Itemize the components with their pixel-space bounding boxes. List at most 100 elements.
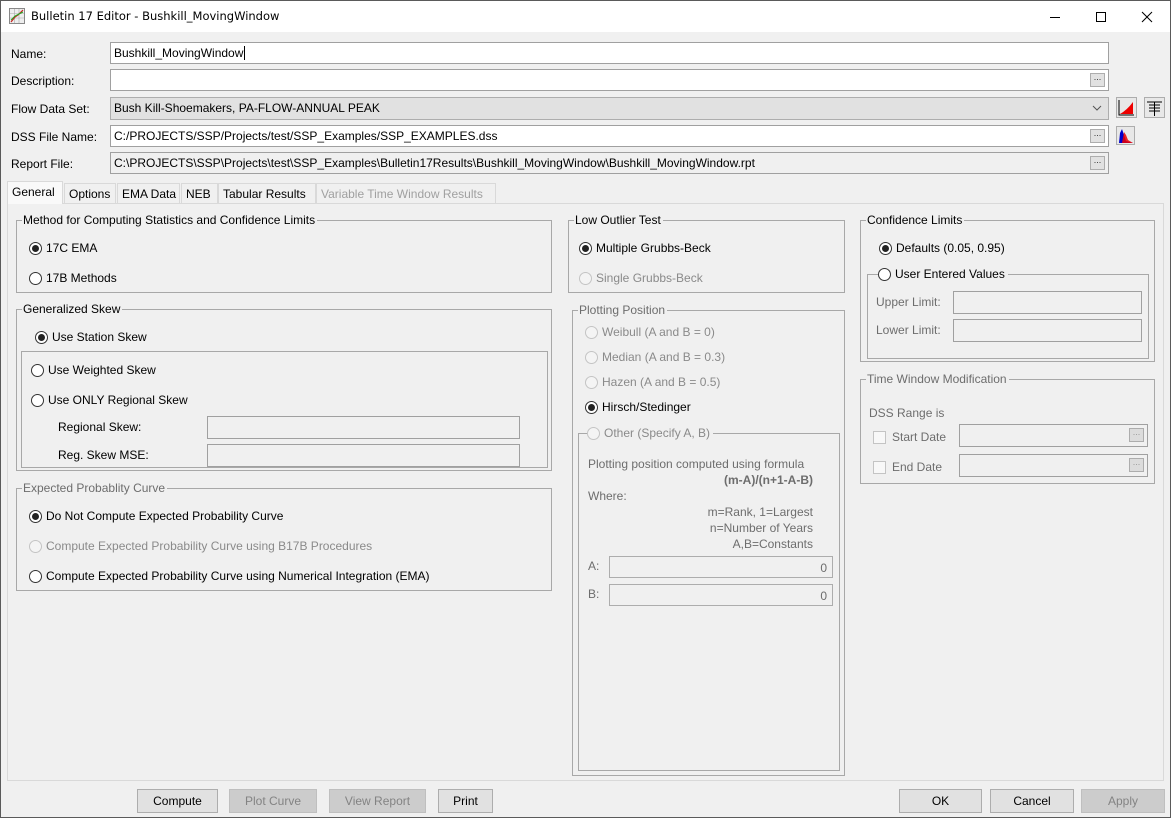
print-button[interactable]: Print <box>438 789 493 813</box>
name-value: Bushkill_MovingWindow <box>114 46 244 60</box>
def-m: m=Rank, 1=Largest <box>707 505 813 519</box>
radio-weibull-label: Weibull (A and B = 0) <box>602 325 715 339</box>
time-window-title: Time Window Modification <box>866 372 1009 386</box>
radio-hazen-label: Hazen (A and B = 0.5) <box>602 375 721 389</box>
start-date-checkbox[interactable]: Start Date <box>873 430 946 444</box>
report-file-browse-button[interactable]: ... <box>1090 156 1105 170</box>
radio-compute-b17b: Compute Expected Probability Curve using… <box>29 539 372 553</box>
report-file-label: Report File: <box>11 157 74 171</box>
compute-button[interactable]: Compute <box>137 789 218 813</box>
cancel-button[interactable]: Cancel <box>990 789 1074 813</box>
b-label: B: <box>588 587 600 601</box>
user-entered-box: User Entered Values Upper Limit: Lower L… <box>867 267 1149 359</box>
flow-data-set-select[interactable]: Bush Kill-Shoemakers, PA-FLOW-ANNUAL PEA… <box>110 97 1109 120</box>
distribution-button[interactable] <box>1116 126 1135 145</box>
a-input[interactable]: 0 <box>609 556 833 578</box>
a-label: A: <box>588 559 600 573</box>
radio-defaults[interactable]: Defaults (0.05, 0.95) <box>879 241 1005 255</box>
formula: (m-A)/(n+1-A-B) <box>724 473 813 487</box>
other-plotting-box: Other (Specify A, B) Plotting position c… <box>578 426 840 771</box>
radio-selected-icon <box>879 241 892 255</box>
method-group-title: Method for Computing Statistics and Conf… <box>22 213 318 227</box>
generalized-skew-group: Generalized Skew Use Station Skew Use We… <box>16 302 552 471</box>
end-date-browse-button: ... <box>1129 458 1144 472</box>
radio-use-only-regional-skew[interactable]: Use ONLY Regional Skew <box>31 393 188 407</box>
minimize-button[interactable] <box>1032 1 1078 32</box>
expected-probability-group: Expected Probablity Curve Do Not Compute… <box>16 481 552 591</box>
tab-general[interactable]: General <box>7 181 63 204</box>
radio-multiple-grubbs-beck[interactable]: Multiple Grubbs-Beck <box>579 241 711 255</box>
tab-ema-data[interactable]: EMA Data <box>117 183 180 203</box>
start-date-label: Start Date <box>892 430 947 444</box>
table-button[interactable] <box>1144 97 1165 118</box>
radio-use-station-skew[interactable]: Use Station Skew <box>35 330 147 344</box>
chart-app-icon <box>9 8 25 24</box>
reg-skew-mse-input[interactable] <box>207 444 520 467</box>
radio-disabled-icon <box>585 375 598 389</box>
title-bar: Bulletin 17 Editor - Bushkill_MovingWind… <box>1 1 1170 32</box>
window-title: Bulletin 17 Editor - Bushkill_MovingWind… <box>31 9 280 23</box>
radio-hirsch-stedinger[interactable]: Hirsch/Stedinger <box>585 400 691 414</box>
generalized-skew-title: Generalized Skew <box>22 302 123 316</box>
radio-selected-icon <box>585 400 598 414</box>
reg-skew-mse-label: Reg. Skew MSE: <box>58 448 149 462</box>
name-label: Name: <box>11 47 47 61</box>
ok-button[interactable]: OK <box>899 789 982 813</box>
radio-disabled-icon <box>29 539 42 553</box>
radio-17b-methods[interactable]: 17B Methods <box>29 271 117 285</box>
description-input[interactable]: ... <box>110 69 1109 91</box>
end-date-input[interactable]: ... <box>959 454 1148 477</box>
regional-skew-input[interactable] <box>207 416 520 439</box>
dss-file-value: C:/PROJECTS/SSP/Projects/test/SSP_Exampl… <box>114 129 498 143</box>
tab-neb[interactable]: NEB <box>181 183 218 203</box>
description-browse-button[interactable]: ... <box>1090 73 1105 87</box>
radio-disabled-icon <box>585 350 598 364</box>
low-outlier-group: Low Outlier Test Multiple Grubbs-Beck Si… <box>568 213 845 293</box>
tab-options[interactable]: Options <box>64 183 116 203</box>
b-input[interactable]: 0 <box>609 584 833 606</box>
report-file-value: C:\PROJECTS\SSP\Projects\test\SSP_Exampl… <box>114 156 755 170</box>
chevron-down-icon <box>1092 105 1102 111</box>
radio-use-weighted-skew[interactable]: Use Weighted Skew <box>31 363 156 377</box>
radio-do-not-compute-expected[interactable]: Do Not Compute Expected Probability Curv… <box>29 509 283 523</box>
plot-curve-button: Plot Curve <box>229 789 317 813</box>
radio-unselected-icon <box>29 569 42 583</box>
report-file-input[interactable]: C:\PROJECTS\SSP\Projects\test\SSP_Exampl… <box>110 152 1109 174</box>
dss-file-browse-button[interactable]: ... <box>1090 129 1105 143</box>
where-label: Where: <box>588 489 627 503</box>
name-input[interactable]: Bushkill_MovingWindow <box>110 42 1109 64</box>
maximize-button[interactable] <box>1078 1 1124 32</box>
low-outlier-title: Low Outlier Test <box>574 213 663 227</box>
regional-skew-label: Regional Skew: <box>58 420 142 434</box>
radio-weibull: Weibull (A and B = 0) <box>585 325 715 339</box>
dss-file-input[interactable]: C:/PROJECTS/SSP/Projects/test/SSP_Exampl… <box>110 125 1109 147</box>
end-date-label: End Date <box>892 460 943 474</box>
radio-do-not-compute-label: Do Not Compute Expected Probability Curv… <box>46 509 284 523</box>
close-button[interactable] <box>1124 1 1170 32</box>
radio-unselected-icon <box>878 267 891 281</box>
bulletin17-editor-window: Bulletin 17 Editor - Bushkill_MovingWind… <box>0 0 1171 818</box>
checkbox-icon <box>873 430 886 444</box>
description-label: Description: <box>11 74 75 88</box>
table-icon <box>1147 101 1162 116</box>
radio-multiple-grubbs-beck-label: Multiple Grubbs-Beck <box>596 241 711 255</box>
dss-range-label: DSS Range is <box>869 406 945 420</box>
radio-unselected-icon <box>29 271 42 285</box>
start-date-input[interactable]: ... <box>959 424 1148 447</box>
lower-limit-label: Lower Limit: <box>876 323 941 337</box>
radio-17c-ema[interactable]: 17C EMA <box>29 241 97 255</box>
formula-intro: Plotting position computed using formula <box>588 457 805 471</box>
end-date-checkbox[interactable]: End Date <box>873 460 942 474</box>
radio-unselected-icon <box>31 393 44 407</box>
radio-user-entered-values[interactable]: User Entered Values <box>878 267 1008 281</box>
plotting-position-title: Plotting Position <box>578 303 668 317</box>
radio-use-only-regional-skew-label: Use ONLY Regional Skew <box>48 393 188 407</box>
plot-data-button[interactable] <box>1116 97 1137 118</box>
radio-compute-numerical-integration[interactable]: Compute Expected Probability Curve using… <box>29 569 430 583</box>
dss-file-label: DSS File Name: <box>11 130 98 144</box>
apply-button: Apply <box>1081 789 1165 813</box>
upper-limit-input[interactable] <box>953 291 1142 314</box>
lower-limit-input[interactable] <box>953 319 1142 342</box>
radio-use-station-skew-label: Use Station Skew <box>52 330 147 344</box>
tab-tabular-results[interactable]: Tabular Results <box>218 183 316 203</box>
